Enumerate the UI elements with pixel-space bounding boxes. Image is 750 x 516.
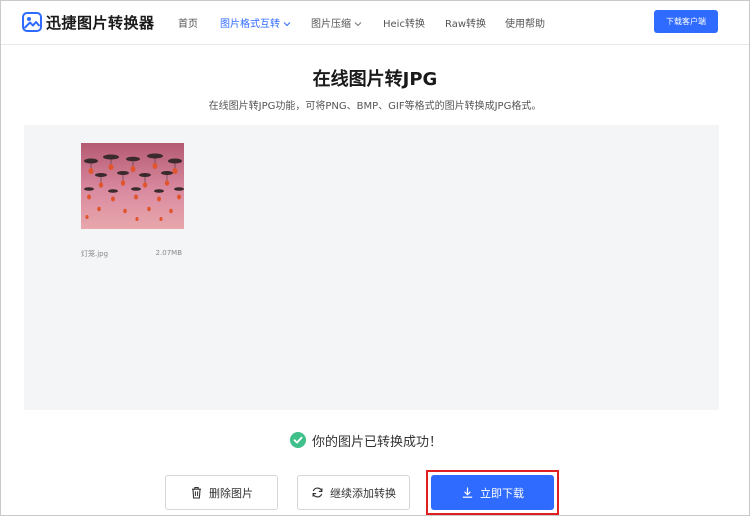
delete-image-label: 删除图片 xyxy=(209,486,253,500)
file-meta: 灯笼.jpg 2.07MB xyxy=(81,249,184,261)
conversion-status: 你的图片已转换成功！ xyxy=(290,431,443,450)
nav-raw[interactable]: Raw转换 xyxy=(445,15,486,30)
brand-name: 迅捷图片转换器 xyxy=(46,13,155,32)
page-subtitle: 在线图片转JPG功能，可将PNG、BMP、GIF等格式的图片转换成JPG格式。 xyxy=(208,101,542,112)
refresh-icon xyxy=(312,487,323,498)
trash-icon xyxy=(192,487,201,499)
file-name: 灯笼.jpg xyxy=(81,250,109,258)
image-logo-icon xyxy=(22,12,42,32)
nav-heic[interactable]: Heic转换 xyxy=(383,15,425,30)
nav-format-convert-label: 图片格式互转 xyxy=(220,19,280,30)
download-icon xyxy=(462,487,473,498)
download-now-label: 立即下载 xyxy=(480,486,524,500)
chevron-down-icon xyxy=(283,22,291,27)
delete-image-button[interactable]: 删除图片 xyxy=(165,475,278,510)
status-message: 你的图片已转换成功！ xyxy=(312,434,443,450)
chevron-down-icon xyxy=(354,22,362,27)
nav-home[interactable]: 首页 xyxy=(178,15,198,30)
nav-help[interactable]: 使用帮助 xyxy=(505,15,545,30)
nav-format-convert[interactable]: 图片格式互转 xyxy=(220,15,291,30)
continue-add-label: 继续添加转换 xyxy=(330,486,396,500)
continue-add-button[interactable]: 继续添加转换 xyxy=(297,475,410,510)
file-list-area: 灯笼.jpg 2.07MB xyxy=(24,125,719,410)
download-now-button[interactable]: 立即下载 xyxy=(431,475,554,510)
download-client-button[interactable]: 下载客户端 xyxy=(654,10,718,33)
nav-compress[interactable]: 图片压缩 xyxy=(311,15,362,30)
check-circle-icon xyxy=(290,432,306,448)
lanterns-photo-thumbnail xyxy=(81,143,184,229)
top-navigation-bar: 迅捷图片转换器 首页 图片格式互转 图片压缩 Heic转换 Raw转换 使用帮助… xyxy=(1,1,749,45)
brand-logo[interactable]: 迅捷图片转换器 xyxy=(22,11,155,33)
page-title: 在线图片转JPG xyxy=(312,69,438,90)
file-size: 2.07MB xyxy=(155,249,182,257)
file-card[interactable]: 灯笼.jpg 2.07MB xyxy=(81,143,184,261)
nav-compress-label: 图片压缩 xyxy=(311,19,351,30)
